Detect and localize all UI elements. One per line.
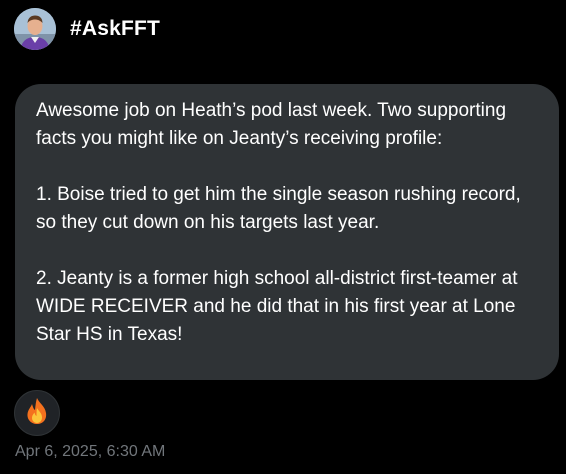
conversation-header: #AskFFT	[14, 8, 160, 50]
message-paragraph: 2. Jeanty is a former high school all-di…	[36, 268, 518, 345]
conversation-title[interactable]: #AskFFT	[70, 17, 160, 41]
message-paragraph: 1. Boise tried to get him the single sea…	[36, 184, 521, 233]
message-bubble[interactable]: Awesome job on Heath’s pod last week. Tw…	[15, 84, 559, 380]
person-avatar-icon[interactable]	[14, 8, 56, 50]
fire-emoji-icon	[24, 397, 50, 430]
message-paragraph: Awesome job on Heath’s pod last week. Tw…	[36, 100, 507, 149]
message-timestamp: Apr 6, 2025, 6:30 AM	[15, 443, 166, 460]
reaction-button[interactable]	[14, 390, 60, 436]
